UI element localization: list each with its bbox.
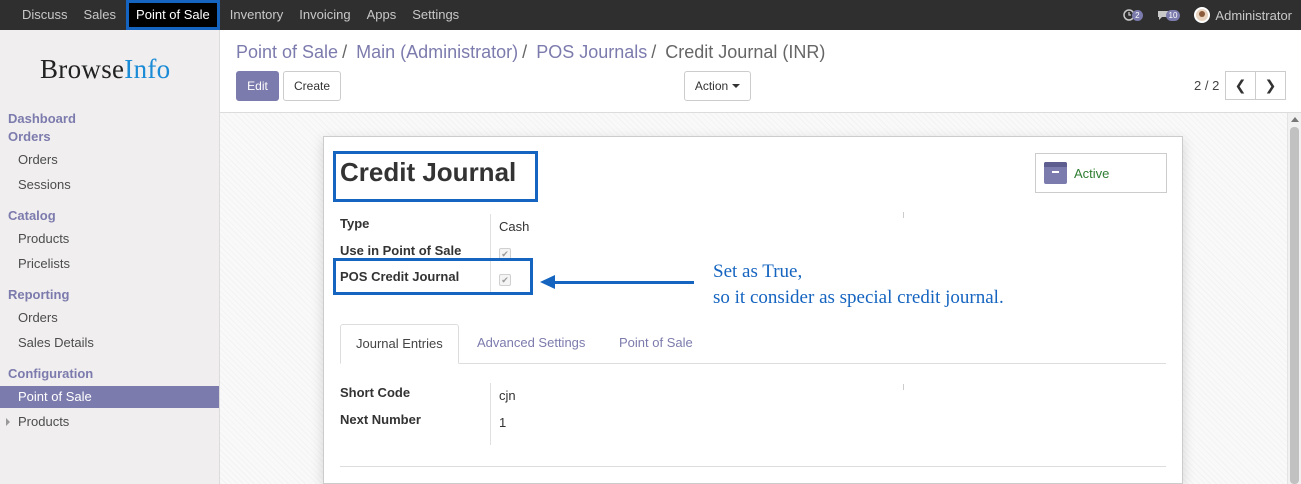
tab-point-of-sale[interactable]: Point of Sale [604, 324, 708, 364]
avatar [1194, 7, 1211, 23]
systray: 2 10 Administrator [1123, 0, 1292, 30]
user-menu[interactable]: Administrator [1194, 7, 1292, 23]
menu-discuss[interactable]: Discuss [14, 0, 76, 30]
tab-advanced-settings[interactable]: Advanced Settings [462, 324, 600, 364]
menu-settings[interactable]: Settings [404, 0, 467, 30]
active-label: Active [1074, 165, 1110, 181]
company-logo: BrowseInfo [40, 54, 171, 84]
menu-apps[interactable]: Apps [359, 0, 405, 30]
create-button[interactable]: Create [283, 71, 341, 101]
sidebar-item-config-products[interactable]: Products [0, 411, 219, 433]
scroll-up-icon[interactable] [1291, 117, 1299, 122]
title-highlight-box [333, 151, 538, 202]
sidebar-dashboard[interactable]: Dashboard [8, 111, 76, 126]
sidebar-item-sessions[interactable]: Sessions [0, 174, 219, 196]
action-dropdown[interactable]: Action [684, 71, 751, 101]
activity-button[interactable]: 2 [1123, 9, 1143, 21]
type-value: Cash [499, 219, 530, 234]
sidebar-item-report-orders[interactable]: Orders [0, 307, 219, 329]
breadcrumb-separator: / [651, 42, 657, 62]
active-toggle-button[interactable]: Active [1035, 153, 1167, 193]
section-divider [340, 466, 1166, 467]
breadcrumb-separator: / [522, 42, 528, 62]
sidebar-section-reporting: Reporting [8, 287, 70, 302]
use-in-pos-label: Use in Point of Sale [340, 243, 462, 258]
column-divider [903, 384, 904, 390]
breadcrumb-current: Credit Journal (INR) [665, 42, 826, 62]
action-label: Action [694, 79, 729, 93]
edit-button[interactable]: Edit [236, 71, 279, 101]
field-separator [490, 383, 491, 445]
menu-sales[interactable]: Sales [76, 0, 125, 30]
sidebar-section-configuration: Configuration [8, 366, 94, 381]
breadcrumb-point-of-sale[interactable]: Point of Sale [236, 42, 338, 62]
pager-next-button[interactable]: ❯ [1255, 71, 1286, 100]
breadcrumb-main-administrator[interactable]: Main (Administrator) [356, 42, 518, 62]
annotation-line-1: Set as True, [713, 261, 803, 282]
credit-journal-highlight-box [333, 258, 533, 295]
top-navbar: Discuss Sales Point of Sale Inventory In… [0, 0, 1301, 30]
chevron-right-icon: ❯ [1264, 77, 1277, 93]
pager-value[interactable]: 2 / 2 [1194, 78, 1219, 93]
menu-invoicing[interactable]: Invoicing [291, 0, 358, 30]
sidebar-item-orders[interactable]: Orders [0, 149, 219, 171]
tab-journal-entries[interactable]: Journal Entries [340, 324, 459, 364]
menu-point-of-sale[interactable]: Point of Sale [126, 0, 220, 30]
column-divider [903, 212, 904, 218]
short-code-value: cjn [499, 388, 516, 403]
sidebar-item-label: Products [18, 414, 70, 429]
scrollbar-thumb[interactable] [1290, 127, 1299, 484]
messages-count: 10 [1165, 9, 1181, 21]
sidebar-item-pricelists[interactable]: Pricelists [0, 253, 219, 275]
annotation-arrow-line [553, 281, 694, 284]
vertical-scrollbar[interactable] [1287, 113, 1301, 484]
sidebar-item-sales-details[interactable]: Sales Details [0, 332, 219, 354]
chevron-left-icon: ❮ [1234, 77, 1247, 93]
user-name: Administrator [1215, 7, 1292, 23]
annotation-line-2: so it consider as special credit journal… [713, 287, 1004, 308]
archive-icon [1044, 162, 1067, 184]
sidebar-section-catalog: Catalog [8, 208, 56, 223]
sidebar: BrowseInfo Dashboard Orders Orders Sessi… [0, 30, 220, 484]
caret-down-icon [732, 84, 741, 88]
breadcrumb: Point of Sale / Main (Administrator) / POS… [236, 42, 825, 63]
messages-button[interactable]: 10 [1157, 9, 1181, 21]
menu-inventory[interactable]: Inventory [222, 0, 291, 30]
short-code-label: Short Code [340, 385, 411, 400]
activity-count: 2 [1132, 9, 1143, 21]
type-label: Type [340, 216, 370, 231]
breadcrumb-separator: / [342, 42, 348, 62]
sidebar-item-products[interactable]: Products [0, 228, 219, 250]
next-number-label: Next Number [340, 412, 421, 427]
sidebar-item-config-point-of-sale[interactable]: Point of Sale [0, 386, 219, 408]
next-number-value: 1 [499, 415, 507, 430]
annotation-text: Set as True, so it consider as special c… [713, 259, 1004, 311]
sidebar-section-orders: Orders [8, 129, 51, 144]
caret-right-icon [6, 418, 10, 426]
pager-previous-button[interactable]: ❮ [1225, 71, 1256, 100]
main-menu: Discuss Sales Point of Sale Inventory In… [14, 0, 467, 30]
breadcrumb-pos-journals[interactable]: POS Journals [536, 42, 647, 62]
